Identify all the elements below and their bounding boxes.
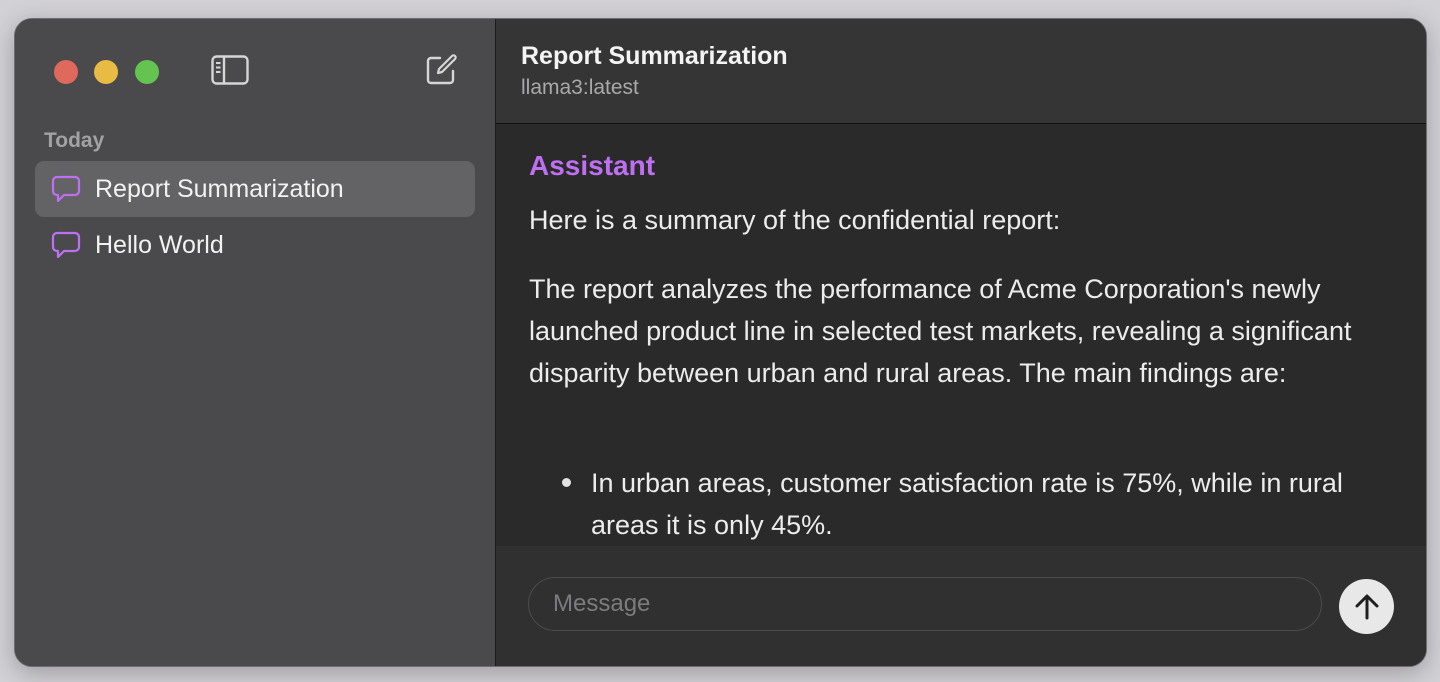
message-paragraph: The report analyzes the performance of A… <box>529 274 1352 388</box>
new-chat-button[interactable] <box>421 52 461 88</box>
model-name: llama3:latest <box>521 76 639 99</box>
sidebar-item-report-summarization[interactable]: Report Summarization <box>35 161 475 217</box>
message-input[interactable] <box>528 577 1322 631</box>
chat-bubble-icon <box>51 230 81 260</box>
chat-panel: Report Summarization llama3:latest Assis… <box>496 19 1426 666</box>
chat-bubble-icon <box>51 174 81 204</box>
message-bullet: In urban areas, customer satisfaction ra… <box>591 468 1343 540</box>
bullet-dot-icon <box>562 478 571 487</box>
minimize-window-button[interactable] <box>94 60 118 84</box>
send-button[interactable] <box>1339 579 1394 634</box>
sidebar-toggle-icon <box>211 55 249 85</box>
message-paragraph: Here is a summary of the confidential re… <box>529 205 1061 235</box>
maximize-window-button[interactable] <box>135 60 159 84</box>
sidebar-item-hello-world[interactable]: Hello World <box>35 217 475 273</box>
sidebar-item-label: Report Summarization <box>95 174 344 203</box>
close-window-button[interactable] <box>54 60 78 84</box>
chat-header: Report Summarization llama3:latest <box>496 19 1426 124</box>
composer <box>496 546 1426 666</box>
arrow-up-icon <box>1355 594 1378 619</box>
sidebar-toggle-button[interactable] <box>210 52 250 88</box>
compose-icon <box>426 54 457 85</box>
message-list[interactable]: Assistant Here is a summary of the confi… <box>496 124 1426 546</box>
sidebar-item-label: Hello World <box>95 230 224 259</box>
section-label-today: Today <box>44 129 105 152</box>
sidebar: Today Report Summarization Hello World <box>15 19 496 666</box>
chat-title: Report Summarization <box>521 42 788 70</box>
app-window: Today Report Summarization Hello World R… <box>14 18 1427 667</box>
message-role-label: Assistant <box>529 150 656 181</box>
